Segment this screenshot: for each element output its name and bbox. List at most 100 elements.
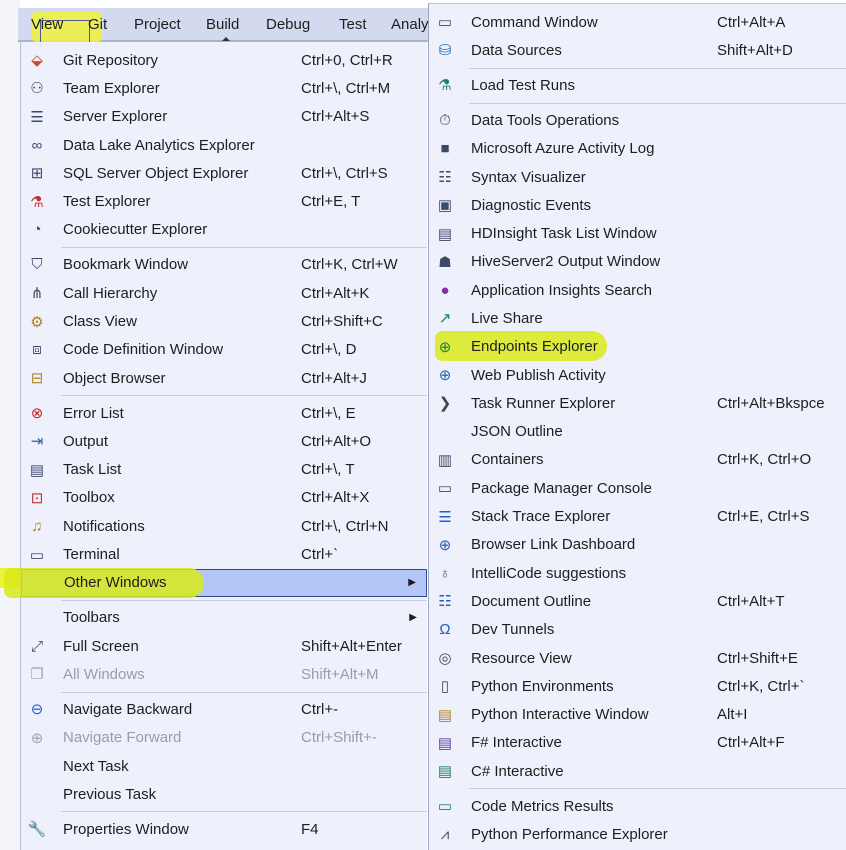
menu-item-git-repository[interactable]: ⬙Git RepositoryCtrl+0, Ctrl+R [21, 46, 427, 74]
dev-tunnels-icon: Ω [435, 620, 455, 640]
menu-item-server-explorer[interactable]: ☰Server ExplorerCtrl+Alt+S [21, 103, 427, 131]
menu-project[interactable]: Project [134, 16, 181, 33]
menu-item-hiveserver2-output-window[interactable]: ☗HiveServer2 Output Window [429, 248, 846, 276]
menu-item-label: Web Publish Activity [471, 367, 606, 384]
menu-item-sql-server-object-explorer[interactable]: ⊞SQL Server Object ExplorerCtrl+\, Ctrl+… [21, 159, 427, 187]
menu-item-data-sources[interactable]: ⛁Data SourcesShift+Alt+D [429, 36, 846, 64]
menu-analyze[interactable]: Analy [391, 16, 429, 33]
menu-item-label: HDInsight Task List Window [471, 225, 657, 242]
shortcut-text: Ctrl+\, D [301, 341, 356, 358]
menu-item-f-interactive[interactable]: ▤F# InteractiveCtrl+Alt+F [429, 729, 846, 757]
menu-item-load-test-runs[interactable]: ⚗Load Test Runs [429, 71, 846, 99]
menu-item-cookiecutter-explorer[interactable]: ◔Cookiecutter Explorer [21, 216, 427, 244]
menu-item-label: Object Browser [63, 370, 166, 387]
menu-item-all-windows[interactable]: ❐All WindowsShift+Alt+M [21, 660, 427, 688]
menu-build[interactable]: Build [206, 16, 239, 33]
menu-item-data-tools-operations[interactable]: ⏱Data Tools Operations [429, 106, 846, 134]
menu-item-error-list[interactable]: ⊗Error ListCtrl+\, E [21, 399, 427, 427]
menu-item-document-outline[interactable]: ☷Document OutlineCtrl+Alt+T [429, 587, 846, 615]
full-screen-icon: ⤢ [27, 636, 47, 656]
menu-item-properties-window[interactable]: 🔧Properties WindowF4 [21, 815, 427, 843]
resource-view-icon: ◎ [435, 648, 455, 668]
menu-view[interactable]: View [31, 16, 63, 33]
view-menu: ⬙Git RepositoryCtrl+0, Ctrl+R⚇Team Explo… [20, 42, 427, 850]
menu-item-intellicode-suggestions[interactable]: ♁IntelliCode suggestions [429, 559, 846, 587]
web-publish-icon: ⊕ [435, 365, 455, 385]
menu-item-diagnostic-events[interactable]: ▣ Diagnostic Events [429, 191, 846, 219]
shortcut-text: Alt+I [717, 706, 747, 723]
menu-item-notifications[interactable]: ♫NotificationsCtrl+\, Ctrl+N [21, 512, 427, 540]
menu-item-toolbox[interactable]: ⊡ToolboxCtrl+Alt+X [21, 484, 427, 512]
menu-item-code-metrics-results[interactable]: ▭Code Metrics Results [429, 792, 846, 820]
shortcut-text: Ctrl+0, Ctrl+R [301, 52, 393, 69]
menu-debug[interactable]: Debug [266, 16, 310, 33]
diagnostic-events-icon: ▣ [435, 195, 455, 215]
menu-item-dev-tunnels[interactable]: ΩDev Tunnels [429, 616, 846, 644]
menu-item-json-outline[interactable]: JSON Outline [429, 418, 846, 446]
menu-item-label: Data Lake Analytics Explorer [63, 137, 255, 154]
menu-item-output[interactable]: ⇥OutputCtrl+Alt+O [21, 427, 427, 455]
menu-item-containers[interactable]: ▥ContainersCtrl+K, Ctrl+O [429, 446, 846, 474]
menu-item-toolbars[interactable]: Toolbars▶ [21, 604, 427, 632]
menu-item-class-view[interactable]: ⚙Class ViewCtrl+Shift+C [21, 307, 427, 335]
team-explorer-icon: ⚇ [27, 78, 47, 98]
menu-item-label: SQL Server Object Explorer [63, 165, 248, 182]
menu-item-other-windows[interactable]: Other Windows▶ [21, 569, 427, 597]
shortcut-text: Ctrl+` [301, 546, 338, 563]
menu-item-python-performance-explorer[interactable]: ⩘Python Performance Explorer [429, 820, 846, 848]
menu-item-application-insights-search[interactable]: ●Application Insights Search [429, 276, 846, 304]
scroll-up-caret-icon[interactable] [222, 37, 230, 41]
menu-item-syntax-visualizer[interactable]: ☷Syntax Visualizer [429, 163, 846, 191]
shortcut-text: Shift+Alt+M [301, 666, 379, 683]
menu-item-hdinsight-task-list-window[interactable]: ▤HDInsight Task List Window [429, 219, 846, 247]
menu-item-test-explorer[interactable]: ⚗Test ExplorerCtrl+E, T [21, 187, 427, 215]
python-environments-icon: ▯ [435, 676, 455, 696]
menu-separator [429, 100, 846, 107]
menu-item-next-task[interactable]: Next Task [21, 752, 427, 780]
menu-item-live-share[interactable]: ↗Live Share [429, 304, 846, 332]
menu-item-c-interactive[interactable]: ▤C# Interactive [429, 757, 846, 785]
menu-item-label: Cookiecutter Explorer [63, 221, 207, 238]
menu-test[interactable]: Test [339, 16, 367, 33]
data-sources-icon: ⛁ [435, 40, 455, 60]
menu-item-python-interactive-window[interactable]: ▤Python Interactive WindowAlt+I [429, 701, 846, 729]
menu-item-stack-trace-explorer[interactable]: ☰Stack Trace ExplorerCtrl+E, Ctrl+S [429, 502, 846, 530]
menu-item-label: Previous Task [63, 786, 156, 803]
error-list-icon: ⊗ [27, 403, 47, 423]
menu-item-navigate-backward[interactable]: ⊖Navigate BackwardCtrl+- [21, 695, 427, 723]
wrench-icon: 🔧 [27, 819, 47, 839]
menu-item-web-publish-activity[interactable]: ⊕ Web Publish Activity [429, 361, 846, 389]
menu-item-command-window[interactable]: ▭Command WindowCtrl+Alt+A [429, 8, 846, 36]
menu-separator [21, 392, 427, 399]
shortcut-text: Ctrl+- [301, 701, 338, 718]
shortcut-text: Ctrl+\, E [301, 405, 356, 422]
shortcut-text: Ctrl+E, T [301, 193, 360, 210]
shortcut-text: Ctrl+Shift+C [301, 313, 383, 330]
menu-item-call-hierarchy[interactable]: ⋔Call HierarchyCtrl+Alt+K [21, 279, 427, 307]
menu-item-code-definition-window[interactable]: ⧈Code Definition WindowCtrl+\, D [21, 336, 427, 364]
menu-git[interactable]: Git [88, 16, 107, 33]
menu-item-microsoft-azure-activity-log[interactable]: ■Microsoft Azure Activity Log [429, 135, 846, 163]
menu-item-terminal[interactable]: ▭TerminalCtrl+` [21, 540, 427, 568]
menu-item-browser-link-dashboard[interactable]: ⊕Browser Link Dashboard [429, 531, 846, 559]
menu-item-team-explorer[interactable]: ⚇Team ExplorerCtrl+\, Ctrl+M [21, 74, 427, 102]
csharp-interactive-icon: ▤ [435, 761, 455, 781]
menu-item-label: Terminal [63, 546, 120, 563]
menu-item-data-lake-analytics-explorer[interactable]: ∞Data Lake Analytics Explorer [21, 131, 427, 159]
toolbox-icon: ⊡ [27, 488, 47, 508]
menu-item-bookmark-window[interactable]: ⛉Bookmark WindowCtrl+K, Ctrl+W [21, 251, 427, 279]
menu-item-label: Diagnostic Events [471, 197, 591, 214]
menu-item-full-screen[interactable]: ⤢Full ScreenShift+Alt+Enter [21, 632, 427, 660]
menu-item-object-browser[interactable]: ⊟Object BrowserCtrl+Alt+J [21, 364, 427, 392]
menu-item-label: Data Sources [471, 42, 562, 59]
menu-item-resource-view[interactable]: ◎Resource ViewCtrl+Shift+E [429, 644, 846, 672]
syntax-visualizer-icon: ☷ [435, 167, 455, 187]
menu-item-label: Full Screen [63, 638, 139, 655]
menu-item-task-list[interactable]: ▤Task ListCtrl+\, T [21, 456, 427, 484]
menu-item-package-manager-console[interactable]: ▭Package Manager Console [429, 474, 846, 502]
menu-item-python-environments[interactable]: ▯Python EnvironmentsCtrl+K, Ctrl+` [429, 672, 846, 700]
menu-item-endpoints-explorer[interactable]: ⊕Endpoints Explorer [429, 333, 846, 361]
menu-item-navigate-forward[interactable]: ⊕Navigate ForwardCtrl+Shift+- [21, 724, 427, 752]
menu-item-previous-task[interactable]: Previous Task [21, 780, 427, 808]
menu-item-task-runner-explorer[interactable]: ❯Task Runner ExplorerCtrl+Alt+Bkspce [429, 389, 846, 417]
